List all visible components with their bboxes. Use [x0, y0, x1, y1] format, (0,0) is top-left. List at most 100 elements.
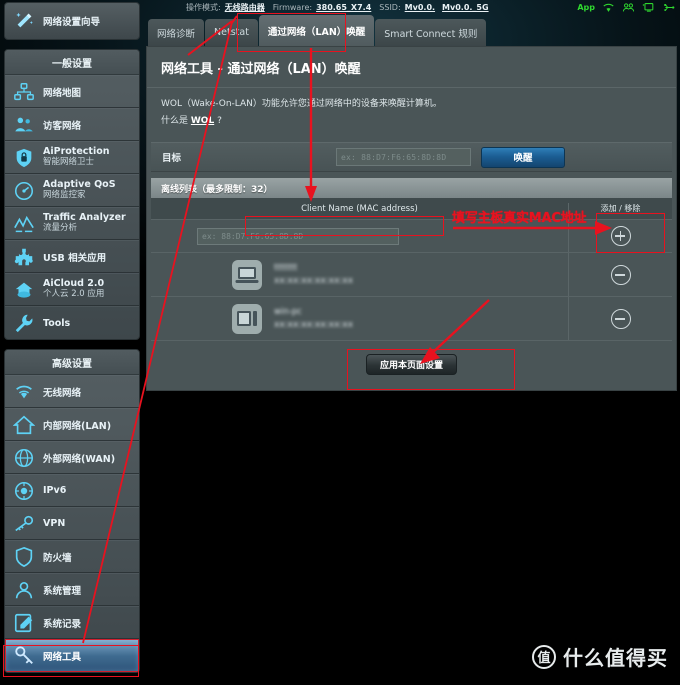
sidebar-label: VPN	[43, 518, 66, 529]
ssid-value-5g[interactable]: Mv0.0._5G	[442, 3, 489, 12]
watermark-logo: 值	[532, 644, 556, 669]
traffic-chart-icon	[14, 215, 34, 232]
sidebar-item-guest-network[interactable]: 访客网络	[5, 108, 139, 141]
column-add-remove: 添加 / 移除	[568, 203, 672, 215]
clients-icon[interactable]	[622, 2, 635, 13]
top-icon-tray: App	[577, 2, 675, 13]
sidebar-sublabel: 网络监控家	[43, 190, 86, 201]
minus-circle-icon[interactable]	[610, 264, 631, 285]
wol-help-link[interactable]: WOL	[191, 116, 214, 126]
target-mac-input[interactable]: ex: 88:D7:F6:65:8D:8D	[336, 148, 471, 167]
sidebar-general-group: 一般设置 网络地图 访客网络 AiProtection 智能网络卫士 Adapt…	[4, 49, 140, 340]
monitor-icon[interactable]	[642, 2, 655, 13]
sidebar-wizard-label: 网络设置向导	[43, 17, 101, 28]
target-label: 目标	[162, 153, 182, 165]
sidebar-label: 防火墙	[43, 552, 72, 564]
sidebar-advanced-group: 高级设置 无线网络 内部网络(LAN) 外部网络(WAN) IPv6 VPN 防…	[4, 349, 140, 673]
ssid-value-24g[interactable]: Mv0.0.	[405, 3, 435, 12]
magic-wand-icon	[16, 12, 33, 28]
firmware-value[interactable]: 380.65_X7.4	[316, 3, 371, 12]
wol-question-suffix: ?	[214, 116, 222, 127]
sidebar-item-network-map[interactable]: 网络地图	[5, 75, 139, 108]
sidebar-item-adaptive-qos[interactable]: Adaptive QoS 网络监控家	[5, 174, 139, 207]
device-name: ttttttt	[274, 263, 298, 274]
sidebar-item-vpn[interactable]: VPN	[5, 507, 139, 540]
vpn-key-icon	[15, 515, 34, 531]
firewall-shield-icon	[15, 546, 33, 567]
table-row: win-pc xx:xx:xx:xx:xx:xx	[151, 297, 672, 342]
tab-wake-on-lan[interactable]: 通过网络（LAN）唤醒	[258, 15, 375, 46]
table-header-row: Client Name (MAC address) 添加 / 移除	[151, 198, 672, 221]
ipv6-icon	[14, 481, 34, 500]
guest-network-icon	[15, 117, 33, 131]
network-tools-icon	[15, 646, 33, 664]
sidebar-label: 无线网络	[43, 387, 82, 399]
gauge-icon	[14, 181, 34, 200]
sidebar-item-tools[interactable]: Tools	[5, 306, 139, 339]
sidebar-item-ipv6[interactable]: IPv6	[5, 474, 139, 507]
apply-button[interactable]: 应用本页面设置	[365, 354, 457, 376]
sidebar-advanced-title: 高级设置	[5, 350, 139, 375]
apply-row: 应用本页面设置	[147, 341, 676, 391]
wol-panel: 网络工具 - 通过网络（LAN）唤醒 WOL（Wake-On-LAN）功能允许您…	[146, 46, 677, 392]
minus-circle-icon[interactable]	[610, 308, 631, 329]
operation-mode-label: 操作模式:	[186, 2, 221, 12]
sidebar-sublabel: 智能网络卫士	[43, 157, 95, 168]
plus-circle-icon[interactable]	[610, 226, 631, 247]
sidebar: 网络设置向导 一般设置 网络地图 访客网络 AiProtection 智能网络卫…	[4, 2, 140, 682]
sidebar-item-administration[interactable]: 系统管理	[5, 573, 139, 606]
sidebar-item-wireless[interactable]: 无线网络	[5, 375, 139, 408]
sidebar-label: 内部网络(LAN)	[43, 420, 112, 432]
row-action-cell	[568, 297, 672, 341]
network-map-icon	[14, 82, 34, 100]
home-icon	[13, 415, 35, 434]
sidebar-label: Tools	[43, 317, 71, 329]
main-content: 网络诊断 Netstat 通过网络（LAN）唤醒 Smart Connect 规…	[146, 14, 680, 392]
sidebar-item-network-tools[interactable]: 网络工具	[5, 639, 139, 672]
firmware-label: Firmware:	[272, 2, 313, 12]
wifi-icon[interactable]	[602, 2, 615, 13]
usb-apps-icon	[14, 248, 33, 265]
row-action-cell	[568, 253, 672, 297]
offline-list-header: 离线列表（最多限制：32）	[151, 178, 672, 199]
sidebar-label: 访客网络	[43, 120, 82, 132]
device-name: win-pc	[274, 307, 302, 318]
device-mac: xx:xx:xx:xx:xx:xx	[274, 320, 354, 331]
sidebar-label: 外部网络(WAN)	[43, 453, 116, 465]
sidebar-wizard-group: 网络设置向导	[4, 2, 140, 40]
tab-smart-connect-rule[interactable]: Smart Connect 规则	[375, 19, 487, 46]
usb-icon[interactable]	[662, 2, 675, 13]
device-mac: xx:xx:xx:xx:xx:xx	[274, 276, 354, 287]
sidebar-item-lan[interactable]: 内部网络(LAN)	[5, 408, 139, 441]
wake-button[interactable]: 唤醒	[481, 146, 565, 168]
column-client-name: Client Name (MAC address)	[301, 203, 418, 214]
new-client-mac-input[interactable]: ex: 88:D7:F6:65:8D:8D	[197, 227, 399, 245]
sidebar-item-firewall[interactable]: 防火墙	[5, 540, 139, 573]
sidebar-item-setup-wizard[interactable]: 网络设置向导	[5, 3, 139, 39]
sidebar-general-title: 一般设置	[5, 50, 139, 75]
sidebar-label: USB 相关应用	[43, 252, 107, 264]
watermark: 值 什么值得买	[532, 642, 668, 671]
sidebar-item-usb-application[interactable]: USB 相关应用	[5, 240, 139, 273]
table-row: ttttttt xx:xx:xx:xx:xx:xx	[151, 253, 672, 298]
sidebar-item-traffic-analyzer[interactable]: Traffic Analyzer 流量分析	[5, 207, 139, 240]
tab-netstat[interactable]: Netstat	[205, 19, 258, 46]
user-admin-icon	[15, 581, 33, 598]
table-row: ex: 88:D7:F6:65:8D:8D	[151, 220, 672, 254]
operation-mode-value[interactable]: 无线路由器	[225, 2, 265, 13]
watermark-text: 什么值得买	[563, 646, 668, 670]
sidebar-item-aiprotection[interactable]: AiProtection 智能网络卫士	[5, 141, 139, 174]
sidebar-item-aicloud[interactable]: AiCloud 2.0 个人云 2.0 应用	[5, 273, 139, 306]
description-line-2: 什么是 WOL ?	[161, 113, 662, 130]
row-action-cell	[568, 220, 672, 253]
sidebar-sublabel: 个人云 2.0 应用	[43, 289, 105, 300]
target-row: 目标 ex: 88:D7:F6:65:8D:8D 唤醒	[151, 142, 672, 173]
sidebar-label: 系统记录	[43, 618, 82, 630]
sidebar-sublabel: 流量分析	[43, 223, 78, 234]
sidebar-label: 网络工具	[43, 652, 82, 663]
sidebar-item-system-log[interactable]: 系统记录	[5, 606, 139, 639]
app-label[interactable]: App	[577, 3, 595, 12]
page-title: 网络工具 - 通过网络（LAN）唤醒	[147, 47, 676, 88]
sidebar-item-wan[interactable]: 外部网络(WAN)	[5, 441, 139, 474]
tab-network-diagnose[interactable]: 网络诊断	[148, 19, 205, 46]
